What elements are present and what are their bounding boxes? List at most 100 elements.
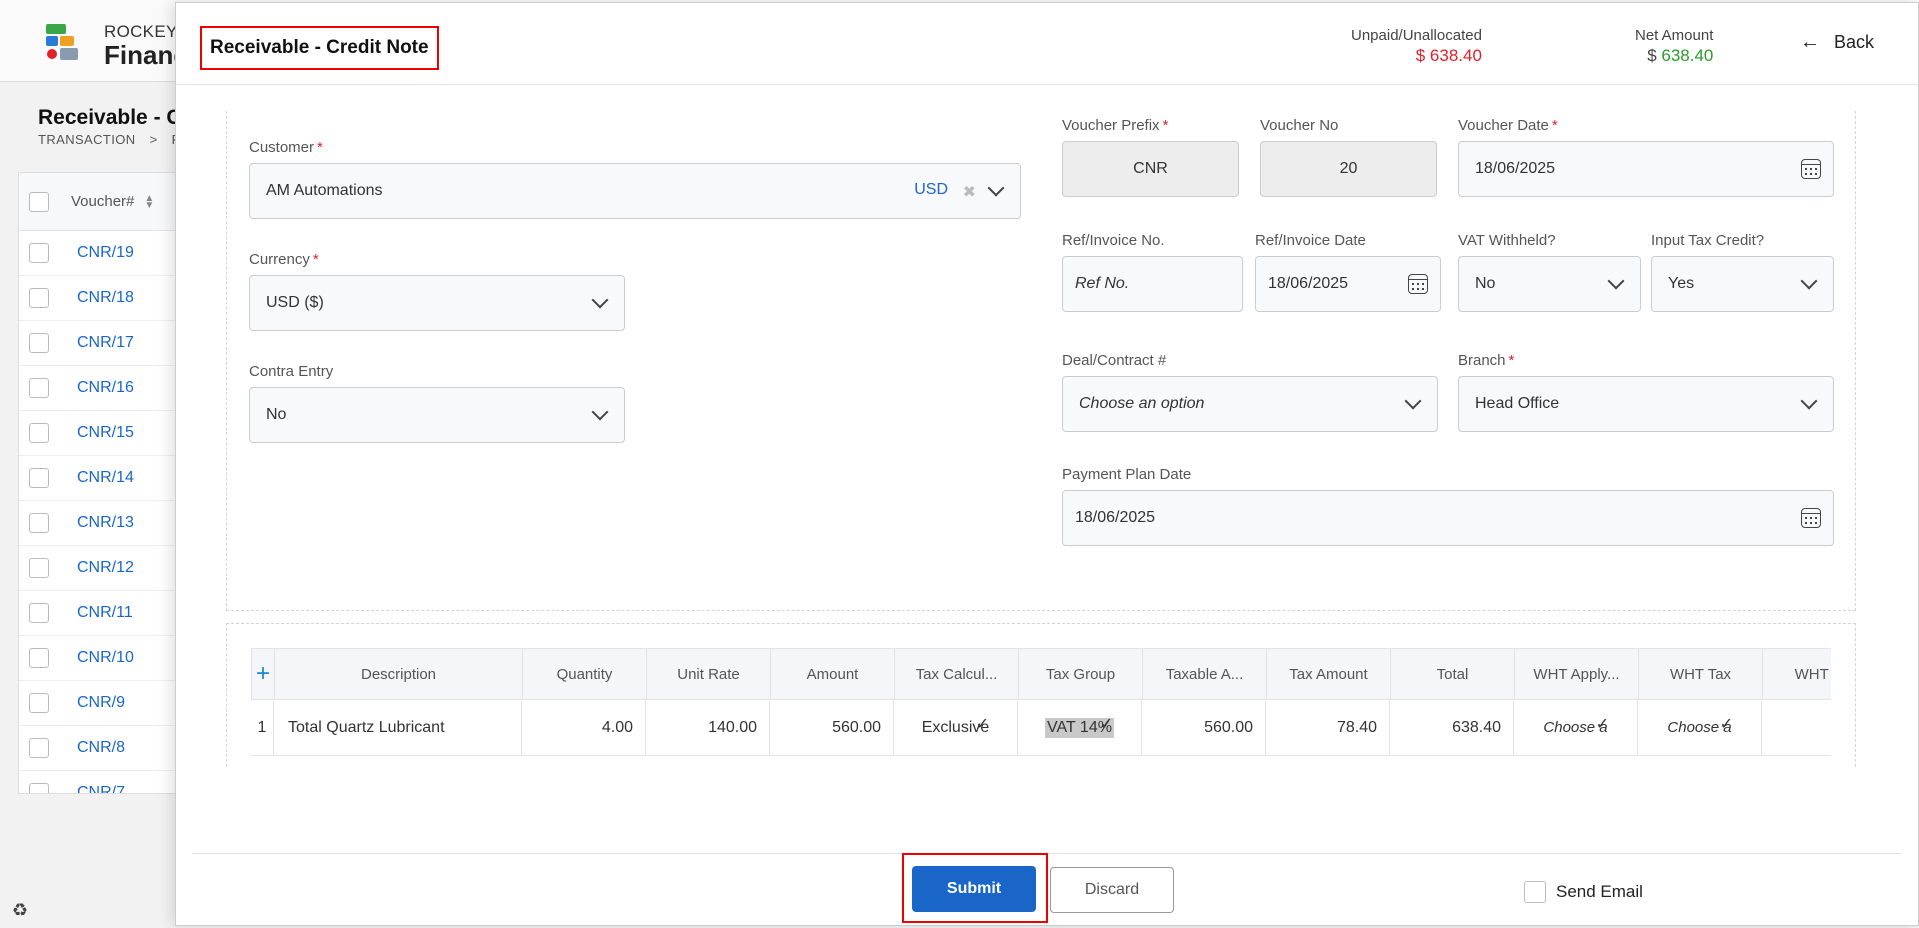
row-checkbox[interactable] [29,333,49,353]
calendar-icon[interactable] [1408,274,1428,294]
quantity-cell[interactable]: 4.00 [522,700,646,755]
voucher-link[interactable]: CNR/11 [77,604,133,622]
contra-entry-select[interactable]: No [249,387,625,443]
currency-label: Currency * [249,251,319,268]
voucher-link[interactable]: CNR/15 [77,424,134,442]
column-header: Tax Group [1019,649,1143,699]
voucher-link[interactable]: CNR/12 [77,559,134,577]
wht-tax-select[interactable]: Choose a ✓ [1638,700,1762,755]
wht-apply-select[interactable]: Choose a ✓ [1514,700,1638,755]
column-header-voucher[interactable]: Voucher# [71,193,134,210]
table-row: 1 Total Quartz Lubricant 4.00 140.00 560… [251,700,1831,756]
deal-contract-select[interactable]: Choose an option [1062,376,1438,432]
unpaid-summary: Unpaid/Unallocated $ 638.40 [1351,27,1482,66]
chevron-down-icon[interactable] [987,179,1005,197]
modal-header: Receivable - Credit Note Unpaid/Unalloca… [176,3,1919,85]
branch-label: Branch * [1458,352,1515,369]
ref-date-input[interactable]: 18/06/2025 [1255,256,1441,312]
table-row[interactable]: CNR/17 [19,321,187,366]
tax-amount-cell: 78.40 [1266,700,1390,755]
input-tax-credit-select[interactable]: Yes [1651,256,1834,312]
payment-plan-label: Payment Plan Date [1062,466,1192,483]
row-checkbox[interactable] [29,468,49,488]
voucher-link[interactable]: CNR/8 [77,739,125,757]
table-row[interactable]: CNR/18 [19,276,187,321]
calendar-icon[interactable] [1801,508,1821,528]
table-row[interactable]: CNR/9 [19,681,187,726]
tax-group-select[interactable]: VAT 14% ✓ [1018,700,1142,755]
chevron-down-icon[interactable]: ✓ [1720,714,1733,734]
table-row[interactable]: CNR/19 [19,231,187,276]
send-email-checkbox[interactable] [1524,881,1546,903]
table-row[interactable]: CNR/7 [19,771,187,793]
voucher-no-field: 20 [1260,141,1437,197]
voucher-link[interactable]: CNR/7 [77,784,125,793]
table-row[interactable]: CNR/13 [19,501,187,546]
column-header: Tax Calcul... [895,649,1019,699]
chevron-down-icon[interactable] [1404,392,1422,410]
voucher-link[interactable]: CNR/10 [77,649,134,667]
table-row[interactable]: CNR/8 [19,726,187,771]
voucher-prefix-value: CNR [1133,160,1168,177]
table-row[interactable]: CNR/15 [19,411,187,456]
voucher-date-label: Voucher Date * [1458,117,1558,134]
recycle-icon[interactable]: ♻ [12,900,28,921]
voucher-link[interactable]: CNR/16 [77,379,134,397]
payment-plan-date-input[interactable]: 18/06/2025 [1062,490,1834,546]
voucher-link[interactable]: CNR/17 [77,334,134,352]
description-cell[interactable]: Total Quartz Lubricant [274,700,522,755]
chevron-down-icon[interactable]: ✓ [1596,714,1609,734]
table-row[interactable]: CNR/10 [19,636,187,681]
breadcrumb-item[interactable]: TRANSACTION [38,132,136,147]
table-row[interactable]: CNR/12 [19,546,187,591]
chevron-down-icon[interactable]: ✓ [976,714,989,734]
customer-select[interactable]: AM Automations USD ✖ [249,163,1021,219]
row-checkbox[interactable] [29,378,49,398]
row-checkbox[interactable] [29,513,49,533]
back-button[interactable]: ← Back [1800,31,1874,54]
branch-select[interactable]: Head Office [1458,376,1834,432]
row-checkbox[interactable] [29,783,49,793]
row-checkbox[interactable] [29,243,49,263]
chevron-down-icon[interactable] [591,291,609,309]
send-email-option[interactable]: Send Email [1524,881,1643,903]
table-row[interactable]: CNR/14 [19,456,187,501]
row-checkbox[interactable] [29,693,49,713]
row-checkbox[interactable] [29,423,49,443]
row-checkbox[interactable] [29,288,49,308]
select-all-checkbox[interactable] [29,191,49,212]
calendar-icon[interactable] [1801,159,1821,179]
voucher-link[interactable]: CNR/9 [77,694,125,712]
clear-icon[interactable]: ✖ [963,182,976,202]
unit-rate-cell[interactable]: 140.00 [646,700,770,755]
vat-withheld-select[interactable]: No [1458,256,1641,312]
tax-calculation-select[interactable]: Exclusive ✓ [894,700,1018,755]
voucher-link[interactable]: CNR/18 [77,289,134,307]
discard-button[interactable]: Discard [1050,867,1174,913]
row-checkbox[interactable] [29,558,49,578]
modal-title: Receivable - Credit Note [200,26,439,70]
voucher-date-input[interactable]: 18/06/2025 [1458,141,1834,197]
line-items-header: + Description Quantity Unit Rate Amount … [251,648,1831,700]
ref-invoice-input[interactable]: Ref No. [1062,256,1243,312]
sort-icon[interactable]: ▲ ▼ [144,193,154,210]
table-row[interactable]: CNR/16 [19,366,187,411]
page-title: Receivable - C [38,106,182,129]
chevron-down-icon[interactable] [591,403,609,421]
add-line-button[interactable]: + [252,649,275,699]
voucher-link[interactable]: CNR/19 [77,244,134,262]
chevron-down-icon[interactable]: ✓ [1100,714,1113,734]
table-row[interactable]: CNR/11 [19,591,187,636]
chevron-down-icon[interactable] [1800,272,1818,290]
voucher-link[interactable]: CNR/14 [77,469,134,487]
row-checkbox[interactable] [29,648,49,668]
payment-plan-value: 18/06/2025 [1075,509,1156,526]
row-checkbox[interactable] [29,603,49,623]
row-checkbox[interactable] [29,738,49,758]
customer-value: AM Automations [266,182,383,199]
chevron-down-icon[interactable] [1607,272,1625,290]
voucher-link[interactable]: CNR/13 [77,514,134,532]
currency-select[interactable]: USD ($) [249,275,625,331]
chevron-down-icon[interactable] [1800,392,1818,410]
submit-button[interactable]: Submit [912,866,1036,912]
